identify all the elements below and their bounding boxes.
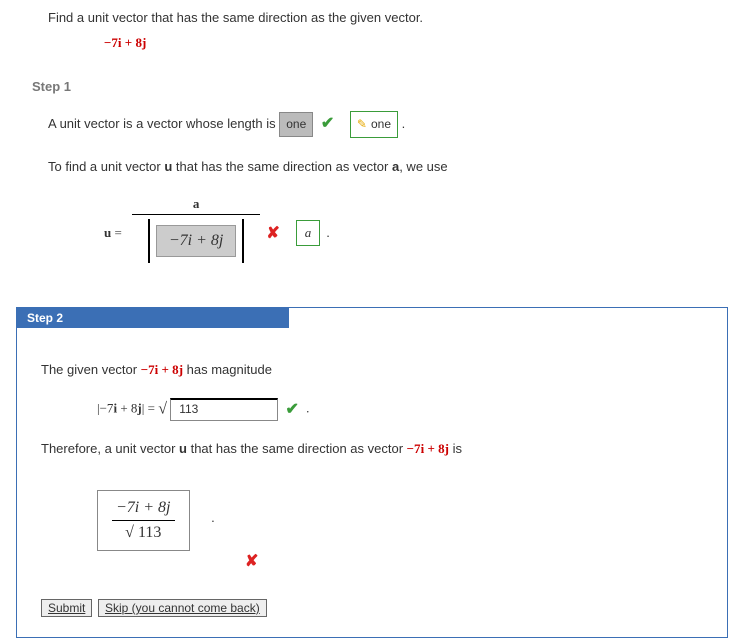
bulb-icon: ✎ [357,117,367,131]
step2-line2: Therefore, a unit vector u that has the … [41,437,703,460]
period: . [211,510,215,525]
text: A unit vector is a vector whose length i… [48,116,279,131]
final-numerator: −7i + 8j [112,499,175,521]
step1-header: Step 1 [32,79,746,94]
hint-box-length: ✎ one [350,111,398,139]
text: is [449,441,462,456]
mag-lhs: |−7i + 8j| = [97,400,158,415]
submit-button[interactable]: Submit [41,599,92,617]
step1-line2: To find a unit vector u that has the sam… [48,155,746,178]
sqrt-icon: √ [158,400,167,417]
magnitude-input[interactable]: 113 [170,398,278,421]
vector: −7i + 8j [407,441,449,456]
answer-box-length[interactable]: one [279,112,313,138]
step2-panel: Step 2 The given vector −7i + 8j has mag… [16,307,728,638]
vector: −7i + 8j [141,362,183,377]
fraction: a −7i + 8j [132,194,260,271]
check-icon: ✔ [321,115,334,132]
question-prompt: Find a unit vector that has the same dir… [48,10,746,25]
cross-icon: ✘ [245,553,258,570]
hint-text: one [371,117,391,131]
answer-box-denom[interactable]: −7i + 8j [156,225,236,257]
period: . [326,225,330,240]
abs-bar-right [242,219,244,263]
period: . [402,116,406,131]
step2-header: Step 2 [17,308,289,328]
magnitude-line: |−7i + 8j| = √ 113 ✔ . [97,398,703,421]
abs-bar-left [148,219,150,263]
question-block: Find a unit vector that has the same dir… [48,10,746,51]
final-denominator: √ 113 [112,521,175,542]
numerator-a: a [193,196,200,211]
text: that has the same direction as vector [172,159,392,174]
hint-box-denom: a [296,220,321,246]
text: has magnitude [183,362,272,377]
step1-line1: A unit vector is a vector whose length i… [48,110,746,139]
unit-vector-formula: u = a −7i + 8j ✘ a . [104,194,746,271]
text: , we use [399,159,447,174]
skip-button[interactable]: Skip (you cannot come back) [98,599,267,617]
period: . [306,400,309,415]
text: To find a unit vector [48,159,164,174]
check-icon: ✔ [285,401,298,418]
abs-wrap: −7i + 8j [142,219,250,263]
button-row: Submit Skip (you cannot come back) [41,599,703,617]
step2-line1: The given vector −7i + 8j has magnitude [41,358,703,381]
final-answer-row: −7i + 8j √ 113 . ✘ [41,476,703,571]
text: The given vector [41,362,141,377]
var-u: u [179,441,187,456]
given-vector: −7i + 8j [104,35,746,51]
text: Therefore, a unit vector [41,441,179,456]
cross-icon: ✘ [266,223,279,243]
text: that has the same direction as vector [187,441,407,456]
final-answer-box[interactable]: −7i + 8j √ 113 [97,490,190,551]
eq-lhs: u = [104,225,122,241]
